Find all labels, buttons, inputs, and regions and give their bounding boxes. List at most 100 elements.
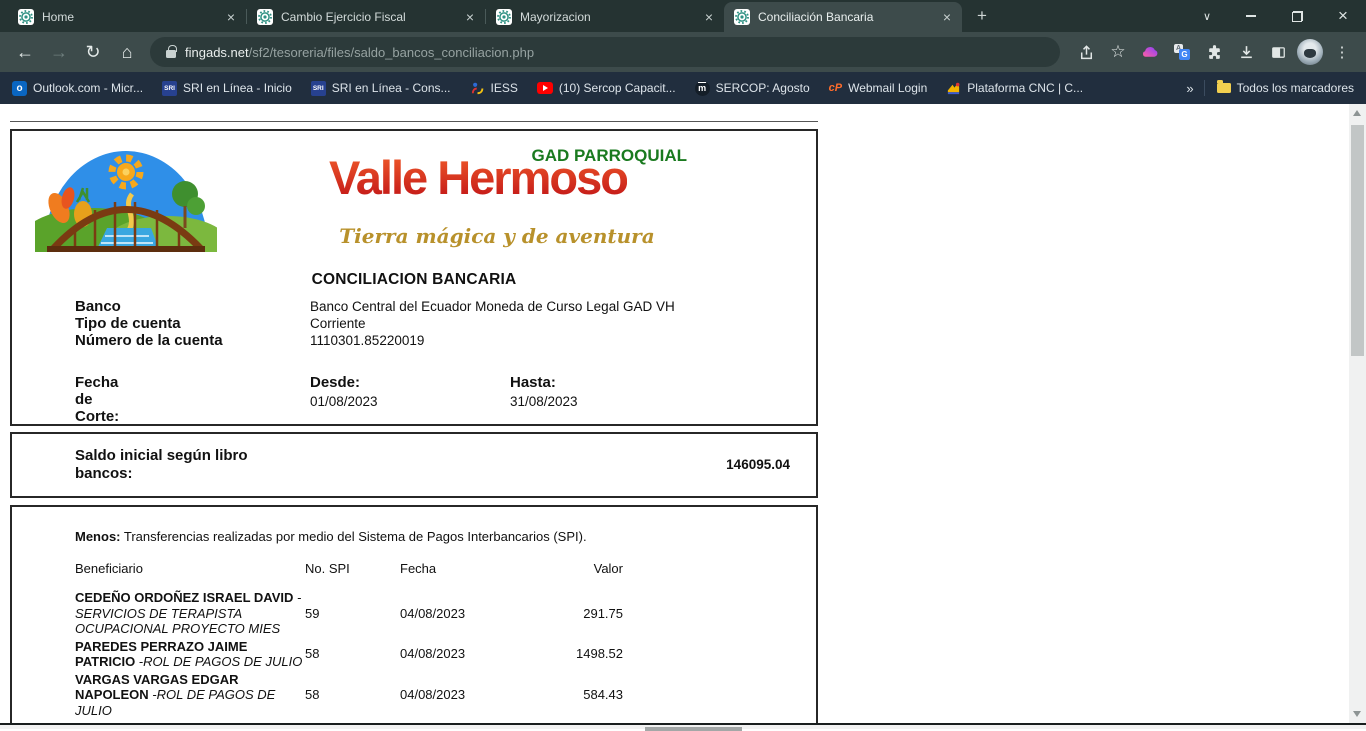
report-header-box: Valle Hermoso GAD PARROQUIAL Tierra mági… <box>10 129 818 426</box>
iess-icon <box>470 81 485 96</box>
valor: 291.75 <box>510 589 623 638</box>
fingads-favicon-icon <box>496 9 512 25</box>
sercop-icon: m <box>695 81 710 96</box>
bookmarks-overflow-chevron[interactable]: » <box>1186 81 1193 96</box>
lock-icon[interactable] <box>166 50 176 58</box>
menos-line: Menos: Transferencias realizadas por med… <box>75 529 816 544</box>
col-beneficiario: Beneficiario <box>75 561 305 589</box>
extension-cloud-button[interactable] <box>1134 36 1166 68</box>
web-page-content: Valle Hermoso GAD PARROQUIAL Tierra mági… <box>0 104 1349 723</box>
bookmarks-divider <box>1204 80 1205 96</box>
bookmark-sri-consultas[interactable]: SRI SRI en Línea - Cons... <box>311 81 451 96</box>
brand-badge: GAD PARROQUIAL <box>531 146 687 166</box>
col-no-spi: No. SPI <box>305 561 400 589</box>
downloads-button[interactable] <box>1230 36 1262 68</box>
menos-label: Menos: <box>75 529 121 544</box>
tab-conciliacion-bancaria[interactable]: Conciliación Bancaria × <box>724 2 962 32</box>
folder-icon <box>1217 83 1231 93</box>
valle-hermoso-logo <box>35 136 217 252</box>
bookmark-webmail[interactable]: cP Webmail Login <box>829 81 928 95</box>
valor: 584.43 <box>510 671 623 720</box>
all-bookmarks-button[interactable]: Todos los marcadores <box>1217 81 1354 95</box>
spi-row: VARGAS VARGAS EDGAR NAPOLEON -ROL DE PAG… <box>75 671 623 720</box>
bookmark-label: SERCOP: Agosto <box>716 81 810 95</box>
tipo-cuenta-value: Corriente <box>310 315 366 332</box>
no-spi: 59 <box>305 589 400 638</box>
report-title: CONCILIACION BANCARIA <box>12 271 816 289</box>
home-button[interactable]: ⌂ <box>110 35 144 69</box>
bookmark-iess[interactable]: IESS <box>470 81 518 96</box>
extensions-button[interactable] <box>1198 36 1230 68</box>
bookmark-label: Plataforma CNC | C... <box>967 81 1083 95</box>
sri-icon: SRI <box>162 81 177 96</box>
beneficiario: CEDEÑO ORDOÑEZ ISRAEL DAVID <box>75 590 293 605</box>
saldo-inicial-box: Saldo inicial según libro bancos: 146095… <box>10 432 818 498</box>
side-panel-button[interactable] <box>1262 36 1294 68</box>
address-bar[interactable]: fingads.net/sf2/tesoreria/files/saldo_ba… <box>150 37 1060 67</box>
scrollbar-thumb[interactable] <box>1351 125 1364 356</box>
bookmark-star-button[interactable]: ☆ <box>1102 36 1134 68</box>
fingads-favicon-icon <box>18 9 34 25</box>
all-bookmarks-label: Todos los marcadores <box>1237 81 1354 95</box>
tipo-cuenta-label: Tipo de cuenta <box>75 315 310 332</box>
chrome-menu-button[interactable]: ⋮ <box>1326 36 1358 68</box>
numero-cuenta-value: 1110301.85220019 <box>310 332 424 349</box>
reload-button[interactable]: ↻ <box>76 35 110 69</box>
saldo-inicial-label: Saldo inicial según libro bancos: <box>75 447 305 483</box>
share-button[interactable] <box>1070 36 1102 68</box>
restore-icon <box>1292 11 1303 22</box>
profile-button[interactable] <box>1294 36 1326 68</box>
spi-transfers-box: Menos: Transferencias realizadas por med… <box>10 505 818 723</box>
top-rule <box>10 121 818 122</box>
bookmark-outlook[interactable]: o Outlook.com - Micr... <box>12 81 143 96</box>
bookmark-sri-inicio[interactable]: SRI SRI en Línea - Inicio <box>162 81 292 96</box>
tab-title: Conciliación Bancaria <box>758 10 938 24</box>
saldo-inicial-value: 146095.04 <box>726 457 790 472</box>
tab-home[interactable]: Home × <box>8 2 246 32</box>
sri-icon: SRI <box>311 81 326 96</box>
minimize-button[interactable] <box>1228 0 1274 32</box>
taskbar-icons-strip <box>645 727 742 731</box>
vertical-scrollbar[interactable] <box>1349 104 1366 723</box>
desde-value: 01/08/2023 <box>310 394 378 409</box>
tab-close-icon[interactable]: × <box>700 8 718 26</box>
tab-cambio-ejercicio-fiscal[interactable]: Cambio Ejercicio Fiscal × <box>247 2 485 32</box>
bookmark-sercop-agosto[interactable]: m SERCOP: Agosto <box>695 81 810 96</box>
no-spi: 58 <box>305 671 400 720</box>
forward-button[interactable]: → <box>42 35 76 69</box>
fingads-favicon-icon <box>734 9 750 25</box>
tab-mayorizacion[interactable]: Mayorizacion × <box>486 2 724 32</box>
account-fields: Banco Banco Central del Ecuador Moneda d… <box>75 298 675 349</box>
tab-close-icon[interactable]: × <box>938 8 956 26</box>
bookmark-plataforma-cnc[interactable]: Plataforma CNC | C... <box>946 81 1083 96</box>
share-icon <box>1078 44 1095 61</box>
brand-block: Valle Hermoso GAD PARROQUIAL Tierra mági… <box>307 146 687 258</box>
back-button[interactable]: ← <box>8 35 42 69</box>
detalle: -ROL DE PAGOS DE JULIO <box>135 654 302 669</box>
no-spi: 58 <box>305 638 400 671</box>
translate-extension-button[interactable]: A G <box>1166 36 1198 68</box>
restore-button[interactable] <box>1274 0 1320 32</box>
col-fecha: Fecha <box>400 561 510 589</box>
fecha-corte-label: Fecha de Corte: <box>75 374 119 425</box>
tab-title: Mayorizacion <box>520 10 700 24</box>
browser-toolbar: ← → ↻ ⌂ fingads.net/sf2/tesoreria/files/… <box>0 32 1366 72</box>
tab-close-icon[interactable]: × <box>461 8 479 26</box>
bookmark-sercop-capacitacion[interactable]: (10) Sercop Capacit... <box>537 81 676 95</box>
bookmark-label: Outlook.com - Micr... <box>33 81 143 95</box>
download-icon <box>1238 44 1255 61</box>
tab-close-icon[interactable]: × <box>222 8 240 26</box>
scroll-down-arrow-icon[interactable] <box>1353 711 1361 717</box>
tab-search-chevron-icon[interactable]: ∨ <box>1186 0 1228 32</box>
youtube-icon <box>537 82 553 94</box>
bookmark-label: SRI en Línea - Inicio <box>183 81 292 95</box>
url-text: fingads.net/sf2/tesoreria/files/saldo_ba… <box>185 45 534 60</box>
new-tab-button[interactable]: + <box>968 2 996 30</box>
close-window-button[interactable]: × <box>1320 0 1366 32</box>
url-path: /sf2/tesoreria/files/saldo_bancos_concil… <box>249 45 534 60</box>
scroll-up-arrow-icon[interactable] <box>1353 110 1361 116</box>
bookmarks-bar: o Outlook.com - Micr... SRI SRI en Línea… <box>0 72 1366 104</box>
valor: 1498.52 <box>510 638 623 671</box>
window-controls: ∨ × <box>1186 0 1366 32</box>
desde-label: Desde: <box>310 374 378 391</box>
